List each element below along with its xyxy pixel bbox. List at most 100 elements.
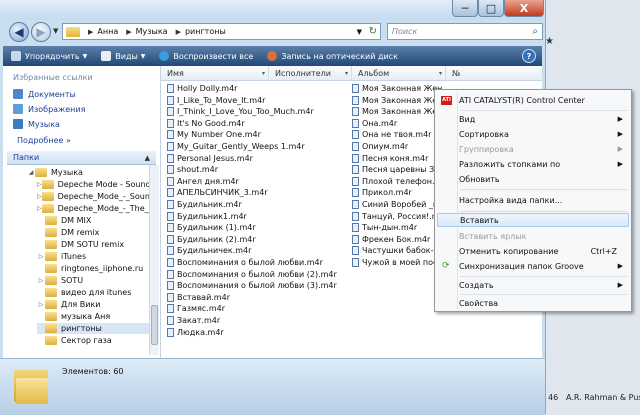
title-bar[interactable]: ─ □ X	[0, 0, 545, 20]
file-item[interactable]: Воспоминания о былой любви (2).m4r	[167, 269, 345, 280]
tree-item-selected[interactable]: рингтоны	[37, 323, 149, 334]
tree-item[interactable]: ▷ Depeche_Mode_-_The_Fif	[37, 203, 149, 214]
file-item[interactable]: shout.m4r	[167, 164, 345, 175]
file-item[interactable]: Вставай.m4r	[167, 292, 345, 303]
menu-item-paste[interactable]: Вставить	[437, 213, 629, 227]
search-icon[interactable]: ⌕	[532, 26, 538, 37]
file-item[interactable]: Синий Воробей _пр	[352, 199, 442, 210]
menu-item-undo-copy[interactable]: Отменить копирование Ctrl+Z	[437, 244, 629, 258]
tree-item[interactable]: DM remix	[37, 227, 149, 238]
file-item[interactable]: Будильник (1).m4r	[167, 222, 345, 233]
menu-item-ati[interactable]: ATI ATI CATALYST(R) Control Center	[437, 93, 629, 107]
search-input[interactable]: Поиск ⌕	[387, 23, 543, 40]
close-button[interactable]: X	[504, 0, 544, 17]
file-item[interactable]: Моя Законная Жена 1	[352, 95, 442, 106]
file-item[interactable]: Прикол.m4r	[352, 187, 442, 198]
chevron-right-icon[interactable]: ▶	[126, 28, 131, 36]
file-item[interactable]: Песня царевны Заб	[352, 164, 442, 175]
tree-item[interactable]: ▷ iTunes	[37, 251, 149, 262]
file-item[interactable]: Людка.m4r	[167, 327, 345, 338]
file-item[interactable]: Плохой телефон.m4r	[352, 176, 442, 187]
menu-item-create[interactable]: Создать ▶	[437, 278, 629, 292]
folder-icon	[66, 26, 80, 37]
file-item[interactable]: Воспоминания о былой любви.m4r	[167, 257, 345, 268]
file-item[interactable]: Будильник (2).m4r	[167, 234, 345, 245]
column-album[interactable]: Альбом ▾	[352, 66, 446, 80]
organize-button[interactable]: Упорядочить ▼	[11, 51, 87, 61]
breadcrumb-ringtones[interactable]: рингтоны	[185, 27, 226, 36]
minimize-button[interactable]: ─	[452, 0, 478, 17]
column-number[interactable]: №	[446, 66, 542, 80]
tree-scrollbar[interactable]	[149, 165, 159, 355]
file-item[interactable]: Песня коня.m4r	[352, 153, 442, 164]
file-item[interactable]: Будильничек.m4r	[167, 245, 345, 256]
menu-item-properties[interactable]: Свойства	[437, 296, 629, 310]
menu-item-refresh[interactable]: Обновить	[437, 172, 629, 186]
file-item[interactable]: Будильник1.m4r	[167, 211, 345, 222]
favorite-music[interactable]: Музыка	[13, 119, 60, 129]
back-arrow-icon[interactable]: ◀	[9, 22, 29, 42]
tree-item[interactable]: ringtones_iiphone.ru	[37, 263, 149, 274]
address-bar[interactable]: ▶ Анна ▶ Музыка ▶ рингтоны ▼ ↻	[62, 23, 381, 40]
tree-item[interactable]: ▷ SOTU	[37, 275, 149, 286]
menu-item-customize[interactable]: Настройка вида папки...	[437, 193, 629, 207]
file-item[interactable]: My_Guitar_Gently_Weeps 1.m4r	[167, 141, 345, 152]
file-item[interactable]: Моя Законная Жена.m4r	[352, 83, 442, 94]
file-item[interactable]: Воспоминания о былой любви (3).m4r	[167, 280, 345, 291]
file-item[interactable]: Моя Законная Жена	[352, 106, 442, 117]
file-item[interactable]: Фрекен Бок.m4r	[352, 234, 442, 245]
file-item[interactable]: Закат.m4r	[167, 315, 345, 326]
tree-item[interactable]: видео для itunes	[37, 287, 149, 298]
tree-item[interactable]: ◢ Музыка	[27, 167, 147, 178]
breadcrumb-anna[interactable]: Анна	[97, 27, 118, 36]
file-item[interactable]: Чужой в моей пост	[352, 257, 442, 268]
file-item[interactable]: I_Think_I_Love_You_Too_Much.m4r	[167, 106, 345, 117]
tree-item[interactable]: DM SOTU remix	[37, 239, 149, 250]
file-item[interactable]: Опиум.m4r	[352, 141, 442, 152]
forward-arrow-icon[interactable]: ▶	[31, 22, 51, 42]
file-item[interactable]: My Number One.m4r	[167, 129, 345, 140]
file-item[interactable]: Holly Dolly.m4r	[167, 83, 345, 94]
tree-item[interactable]: ▷ Depeche_Mode_-_Sounds	[37, 191, 149, 202]
tree-item[interactable]: ▷ Для Вики	[37, 299, 149, 310]
file-item[interactable]: I_Like_To_Move_It.m4r	[167, 95, 345, 106]
file-item[interactable]: Газмяс.m4r	[167, 303, 345, 314]
address-dropdown-icon[interactable]: ▼	[357, 28, 362, 36]
file-item[interactable]: Ангел дня.m4r	[167, 176, 345, 187]
burn-button[interactable]: Запись на оптический диск	[267, 51, 398, 61]
chevron-right-icon[interactable]: ▶	[88, 28, 93, 36]
menu-item-groove-sync[interactable]: ⟳ Синхронизация папок Groove ▶	[437, 259, 629, 273]
menu-item-view[interactable]: Вид ▶	[437, 112, 629, 126]
chevron-right-icon[interactable]: ▶	[176, 28, 181, 36]
breadcrumb-music[interactable]: Музыка	[136, 27, 168, 36]
music-file-icon	[352, 84, 359, 93]
favorite-documents[interactable]: Документы	[13, 89, 76, 99]
refresh-icon[interactable]: ↻	[369, 26, 377, 37]
favorite-images[interactable]: Изображения	[13, 104, 85, 114]
help-icon[interactable]: ?	[522, 49, 536, 63]
tree-item[interactable]: DM MIX	[37, 215, 149, 226]
recent-pages-dropdown[interactable]: ▼	[53, 27, 58, 35]
file-item[interactable]: Танцуй, Россия!.m4	[352, 211, 442, 222]
column-name[interactable]: Имя ▾	[161, 66, 269, 80]
file-item[interactable]: Она.m4r	[352, 118, 442, 129]
tree-item[interactable]: Сектор газа	[37, 335, 149, 346]
more-link[interactable]: Подробнее »	[17, 136, 71, 145]
file-item[interactable]: Частушки бабок-ех	[352, 245, 442, 256]
file-item[interactable]: Она не твоя.m4r	[352, 129, 442, 140]
file-item[interactable]: Тын-дын.m4r	[352, 222, 442, 233]
file-item[interactable]: It's No Good.m4r	[167, 118, 345, 129]
maximize-button[interactable]: □	[478, 0, 504, 17]
folders-header[interactable]: Папки ▲	[7, 151, 156, 165]
file-item[interactable]: Personal Jesus.m4r	[167, 153, 345, 164]
tree-item[interactable]: музыка Аня	[37, 311, 149, 322]
column-artists[interactable]: Исполнители ▾	[269, 66, 352, 80]
menu-item-stack[interactable]: Разложить стопками по ▶	[437, 157, 629, 171]
tree-item[interactable]: ▷Depeche Mode - Sounds o	[37, 179, 149, 190]
views-button[interactable]: Виды ▼	[101, 51, 145, 61]
file-item[interactable]: АПЕЛЬСИНЧИК_3.m4r	[167, 187, 345, 198]
scrollbar-thumb[interactable]	[151, 305, 158, 345]
file-item[interactable]: Будильник.m4r	[167, 199, 345, 210]
menu-item-sort[interactable]: Сортировка ▶	[437, 127, 629, 141]
play-all-button[interactable]: Воспроизвести все	[159, 51, 253, 61]
